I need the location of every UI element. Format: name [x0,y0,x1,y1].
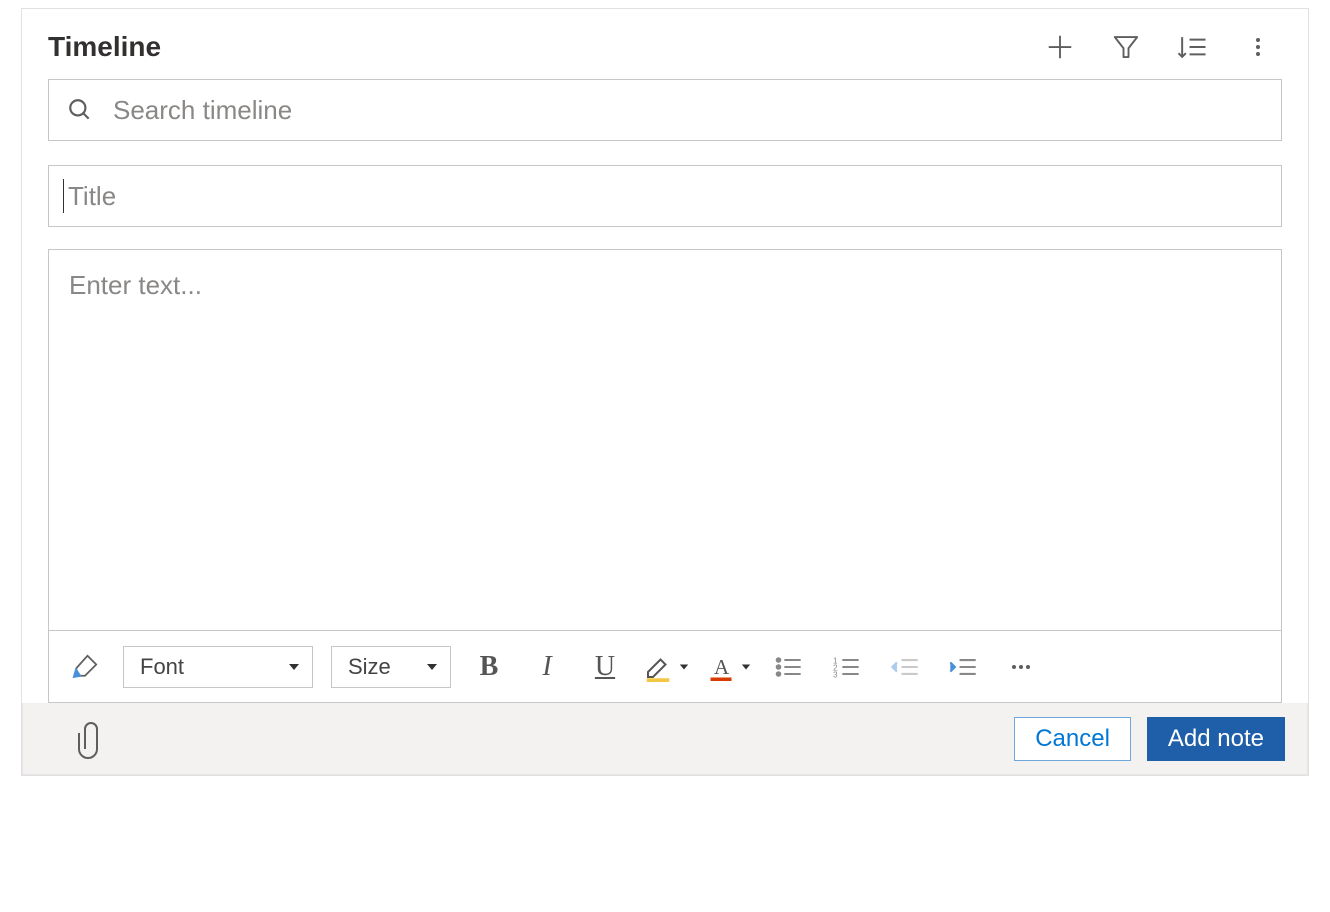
highlighter-icon [643,652,673,682]
kebab-icon [1246,32,1270,62]
timeline-title: Timeline [48,31,161,63]
caret-down-icon [426,661,438,673]
caret-down-icon [679,662,689,672]
search-icon [67,97,93,123]
footer-actions: Cancel Add note [1014,717,1285,761]
note-editor: Enter text... Font Size B I [48,249,1282,703]
text-caret [63,179,64,213]
paint-brush-icon [70,652,100,682]
indent-icon [948,655,978,679]
plus-icon [1045,32,1075,62]
numbered-list-icon: 1 2 3 [833,655,861,679]
svg-text:3: 3 [833,670,838,679]
more-commands-button[interactable] [1240,29,1276,65]
bold-icon: B [480,651,499,683]
caret-down-icon [288,661,300,673]
bulleted-list-button[interactable] [769,647,809,687]
search-input[interactable] [111,94,1263,127]
highlight-color-button[interactable] [643,647,689,687]
font-color-icon: A [707,652,735,682]
decrease-indent-button[interactable] [885,647,925,687]
add-note-button[interactable]: Add note [1147,717,1285,761]
font-family-label: Font [140,654,184,680]
timeline-header: Timeline [48,29,1282,65]
underline-icon: U [595,651,615,683]
timeline-header-actions [1042,29,1282,65]
outdent-icon [890,655,920,679]
bold-button[interactable]: B [469,647,509,687]
sort-button[interactable] [1174,29,1210,65]
rte-toolbar: Font Size B I U [49,630,1281,702]
numbered-list-button[interactable]: 1 2 3 [827,647,867,687]
note-title-input[interactable] [66,180,1267,213]
timeline-panel: Timeline [21,8,1309,776]
format-painter-button[interactable] [65,647,105,687]
search-box[interactable] [48,79,1282,141]
ellipsis-icon [1007,655,1035,679]
svg-text:A: A [714,655,730,679]
caret-down-icon [741,662,751,672]
underline-button[interactable]: U [585,647,625,687]
font-size-select[interactable]: Size [331,646,451,688]
add-record-button[interactable] [1042,29,1078,65]
note-body[interactable]: Enter text... [49,250,1281,630]
sort-icon [1176,32,1208,62]
italic-button[interactable]: I [527,647,567,687]
funnel-icon [1111,32,1141,62]
bullet-list-icon [775,655,803,679]
italic-icon: I [542,651,551,683]
increase-indent-button[interactable] [943,647,983,687]
note-title-box[interactable] [48,165,1282,227]
note-footer: Cancel Add note [22,703,1308,775]
paperclip-icon [77,719,101,759]
attach-file-button[interactable] [77,719,101,759]
more-formatting-button[interactable] [1001,647,1041,687]
font-color-button[interactable]: A [707,647,751,687]
font-size-label: Size [348,654,391,680]
cancel-button[interactable]: Cancel [1014,717,1131,761]
font-family-select[interactable]: Font [123,646,313,688]
filter-button[interactable] [1108,29,1144,65]
